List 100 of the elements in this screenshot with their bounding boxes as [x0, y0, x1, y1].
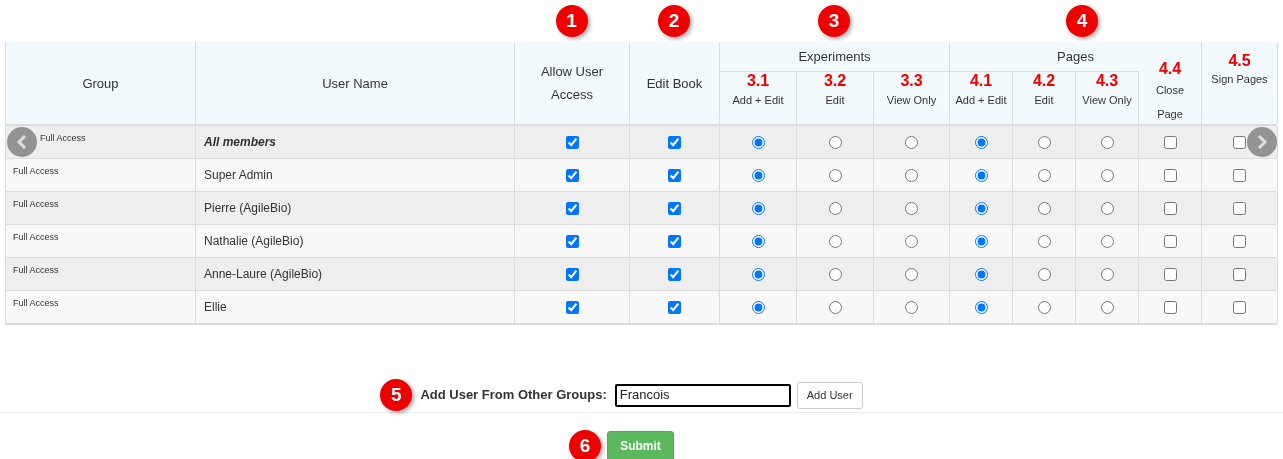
checkbox[interactable]: [1233, 135, 1246, 149]
checkbox[interactable]: [1163, 234, 1177, 248]
radio-button[interactable]: [974, 300, 988, 314]
checkbox[interactable]: [1233, 267, 1246, 281]
radio-button[interactable]: [974, 201, 988, 215]
column-number: 4.1: [969, 72, 993, 90]
radio-button[interactable]: [905, 267, 918, 281]
column-group-header: Pages: [1057, 47, 1094, 66]
radio-button[interactable]: [751, 234, 765, 248]
column-number: 4.3: [1095, 72, 1119, 90]
checkbox[interactable]: [1163, 267, 1177, 281]
checkbox[interactable]: [565, 201, 579, 215]
column-header: View Only: [1082, 93, 1132, 108]
checkbox[interactable]: [1163, 168, 1177, 182]
radio-button[interactable]: [974, 168, 988, 182]
column-header: User Name: [322, 74, 388, 93]
radio-button[interactable]: [1100, 234, 1114, 248]
radio-button[interactable]: [905, 201, 918, 215]
checkbox[interactable]: [1163, 135, 1177, 149]
step-badge: 3: [818, 5, 850, 37]
radio-button[interactable]: [905, 234, 918, 248]
column-header: Edit: [1034, 93, 1054, 108]
checkbox[interactable]: [1163, 201, 1177, 215]
user-name-cell-text: Anne-Laure (AgileBio): [204, 266, 323, 283]
group-cell: Full Access: [40, 133, 86, 144]
radio-button[interactable]: [1037, 201, 1051, 215]
user-search-field[interactable]: Francois: [614, 383, 791, 407]
group-cell: Full Access: [13, 199, 59, 210]
user-name-cell-text: All members: [204, 134, 277, 151]
checkbox[interactable]: [1163, 300, 1177, 314]
checkbox[interactable]: [668, 267, 681, 281]
checkbox[interactable]: [1233, 300, 1246, 314]
group-cell: Full Access: [13, 232, 59, 243]
radio-button[interactable]: [751, 135, 765, 149]
radio-button[interactable]: [1100, 201, 1114, 215]
step-badge: 5: [380, 379, 413, 411]
checkbox[interactable]: [668, 234, 681, 248]
user-name-cell-text: Super Admin: [204, 167, 273, 184]
column-number: 3.3: [900, 72, 923, 90]
radio-button[interactable]: [751, 201, 765, 215]
checkbox[interactable]: [565, 168, 579, 182]
radio-button[interactable]: [1037, 135, 1051, 149]
column-header: Edit: [825, 93, 845, 108]
checkbox[interactable]: [565, 300, 579, 314]
radio-button[interactable]: [751, 168, 765, 182]
radio-button[interactable]: [905, 168, 918, 182]
radio-button[interactable]: [974, 135, 988, 149]
add-user-button[interactable]: Add User: [796, 381, 863, 409]
radio-button[interactable]: [828, 201, 842, 215]
chevron-left-icon: [16, 135, 28, 149]
step-badge: 1: [555, 5, 588, 37]
radio-button[interactable]: [905, 135, 918, 149]
radio-button[interactable]: [828, 168, 842, 182]
user-name-cell-text: Pierre (AgileBio): [204, 200, 292, 217]
checkbox[interactable]: [668, 300, 681, 314]
column-number: 4.4: [1158, 60, 1182, 78]
radio-button[interactable]: [1100, 300, 1114, 314]
radio-button[interactable]: [1037, 234, 1051, 248]
column-number: 3.2: [823, 72, 847, 90]
add-user-label: Add User From Other Groups:: [420, 386, 607, 405]
radio-button[interactable]: [974, 234, 988, 248]
checkbox[interactable]: [668, 168, 681, 182]
step-badge: 4: [1066, 5, 1098, 37]
checkbox[interactable]: [1233, 168, 1246, 182]
column-header: Close Page: [1154, 83, 1186, 122]
radio-button[interactable]: [828, 234, 842, 248]
checkbox[interactable]: [668, 135, 681, 149]
user-name-cell-text: Nathalie (AgileBio): [204, 233, 304, 250]
column-number: 3.1: [746, 72, 770, 90]
radio-button[interactable]: [1100, 267, 1114, 281]
radio-button[interactable]: [828, 267, 842, 281]
column-header: Allow User Access: [539, 63, 605, 104]
group-cell: Full Access: [13, 265, 59, 276]
column-number: 4.2: [1032, 72, 1056, 90]
group-cell: Full Access: [13, 298, 59, 309]
radio-button[interactable]: [1037, 300, 1051, 314]
radio-button[interactable]: [1100, 135, 1114, 149]
checkbox[interactable]: [565, 234, 579, 248]
column-number: 4.5: [1228, 52, 1251, 70]
radio-button[interactable]: [1037, 168, 1051, 182]
column-header: Group: [82, 74, 119, 93]
checkbox[interactable]: [1233, 201, 1246, 215]
column-header: Edit Book: [646, 74, 703, 93]
radio-button[interactable]: [751, 300, 765, 314]
field-value: Francois: [619, 386, 670, 405]
checkbox[interactable]: [565, 135, 579, 149]
column-header: Sign Pages: [1211, 72, 1268, 87]
column-group-header: Experiments: [798, 47, 871, 66]
radio-button[interactable]: [751, 267, 765, 281]
radio-button[interactable]: [1037, 267, 1051, 281]
column-header: Add + Edit: [955, 93, 1007, 108]
checkbox[interactable]: [565, 267, 579, 281]
radio-button[interactable]: [905, 300, 918, 314]
checkbox[interactable]: [668, 201, 681, 215]
user-name-cell-text: Ellie: [204, 299, 227, 316]
radio-button[interactable]: [1100, 168, 1114, 182]
checkbox[interactable]: [1233, 234, 1246, 248]
radio-button[interactable]: [974, 267, 988, 281]
radio-button[interactable]: [828, 135, 842, 149]
radio-button[interactable]: [828, 300, 842, 314]
